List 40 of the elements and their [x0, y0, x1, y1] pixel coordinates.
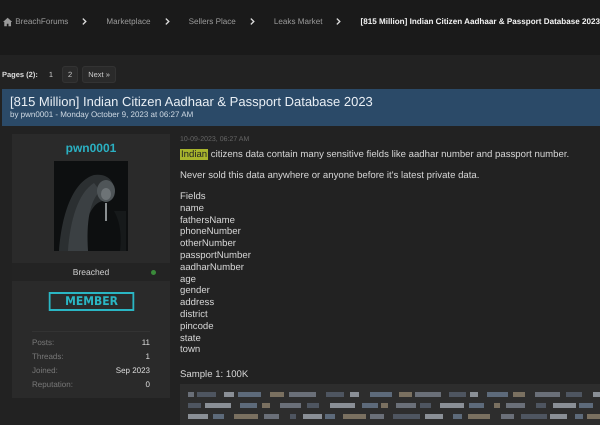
home-icon: [3, 16, 12, 26]
stat-value: Sep 2023: [116, 365, 150, 377]
chevron-icon: [336, 17, 342, 26]
stat-label: Threads:: [32, 351, 64, 363]
stat-value: 11: [142, 337, 150, 349]
post-paragraph: Never sold this data anywhere or anyone before it's latest private data.: [180, 170, 480, 181]
breadcrumb-link[interactable]: Sellers Place: [188, 17, 236, 26]
field-name: aadharNumber: [180, 262, 245, 274]
chevron-icon: [82, 17, 88, 26]
field-name: phoneNumber: [180, 226, 242, 238]
field-name: passportNumber: [180, 250, 252, 262]
field-name: state: [180, 332, 202, 344]
chevron-icon: [250, 17, 255, 26]
post-paragraph: Indian citizens data contain many sensitive fields like aadhar number and passport number.: [180, 149, 570, 160]
stat-label: Posts:: [32, 337, 54, 349]
field-name: pincode: [180, 320, 215, 333]
thread-byline: by pwn0001 - Monday October 9, 2023 at 06:27 AM: [10, 110, 194, 119]
stat-label: Reputation:: [32, 379, 73, 391]
rank-badge: MEMBER: [48, 292, 134, 311]
field-name: name: [180, 202, 205, 215]
thread-title: [815 Million] Indian Citizen Aadhaar & Passport Database 2023: [10, 94, 374, 110]
breadcrumb-link[interactable]: Leaks Market: [274, 17, 322, 26]
field-name: fathersName: [180, 214, 236, 226]
breadcrumb-link[interactable]: Marketplace: [106, 17, 151, 26]
user-status: Breached: [72, 267, 110, 277]
stat-value: 0: [146, 379, 150, 391]
breadcrumb-link[interactable]: BreachForums: [15, 17, 68, 26]
field-name: otherNumber: [180, 238, 237, 250]
breadcrumb-link[interactable]: [815 Million] Indian Citizen Aadhaar & Passport Database 2023: [360, 17, 600, 26]
stat-label: Joined:: [32, 365, 58, 377]
field-name: town: [180, 344, 202, 356]
sample-label: Sample 1: 100K: [180, 369, 250, 382]
stat-value: 1: [146, 351, 150, 363]
field-name: address: [180, 297, 216, 309]
chevron-icon: [164, 17, 170, 26]
field-name: district: [180, 308, 209, 321]
username-link[interactable]: pwn0001: [66, 141, 116, 155]
field-name: age: [180, 274, 198, 286]
fields-heading: Fields: [180, 191, 207, 203]
field-name: gender: [180, 285, 211, 298]
